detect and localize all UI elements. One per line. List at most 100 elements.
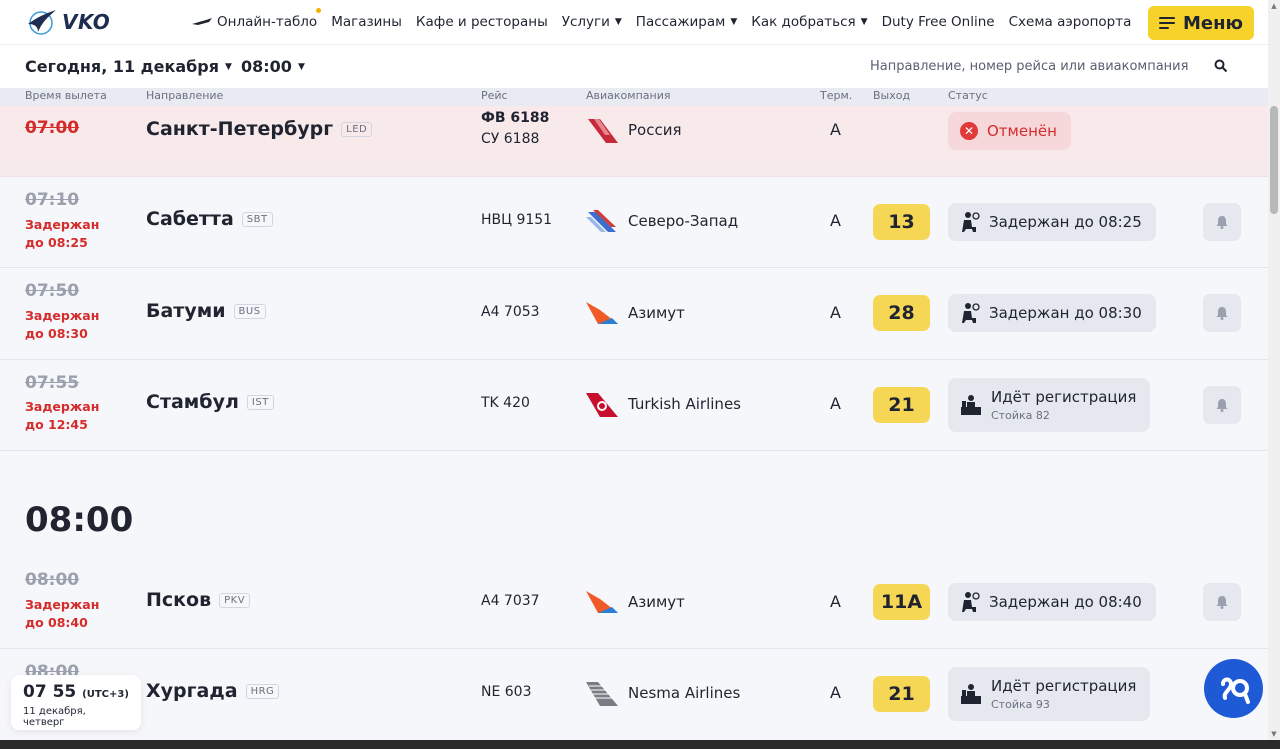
airline: Азимут xyxy=(586,589,685,615)
flight-numbers: NE 603 xyxy=(481,682,532,703)
scrollbar-thumb[interactable] xyxy=(1270,106,1278,214)
date-select[interactable]: Сегодня, 11 декабря ▼ xyxy=(25,57,232,76)
delay-info: Задержан до 12:45 xyxy=(25,398,99,434)
flight-row[interactable]: 07:00 Санкт-Петербург LED ФВ 6188 СУ 618… xyxy=(0,106,1268,177)
nav-item-passengers[interactable]: Пассажирам ▼ xyxy=(636,14,737,30)
nav-label: Онлайн-табло xyxy=(217,14,318,30)
destination: Сабетта SBT xyxy=(146,208,273,230)
airline-name: Азимут xyxy=(628,593,685,611)
airport-code: PKV xyxy=(219,592,251,608)
check-in-counter: Стойка 93 xyxy=(991,698,1050,711)
main-nav: Онлайн-табло Магазины Кафе и рестораны У… xyxy=(192,0,1145,44)
nav-label: Duty Free Online xyxy=(881,14,995,30)
chat-assistant-icon xyxy=(1220,677,1250,704)
search-icon[interactable] xyxy=(1214,59,1228,73)
destination: Хургада HRG xyxy=(146,680,280,702)
delay-time: до 08:30 xyxy=(25,326,88,341)
column-header-terminal: Терм. xyxy=(820,89,853,102)
status-badge: Задержан до 08:25 xyxy=(948,203,1156,241)
nav-label: Пассажирам xyxy=(635,14,726,30)
clock-date: 11 декабря, четверг xyxy=(23,706,86,728)
column-header-status: Статус xyxy=(948,89,988,102)
scroll-down-arrow[interactable]: ▼ xyxy=(1268,728,1280,740)
status-text: Задержан до 08:25 xyxy=(989,213,1142,231)
column-header-time: Время вылета xyxy=(25,89,107,102)
nav-item-directions[interactable]: Как добраться ▼ xyxy=(751,14,867,30)
departure-time: 07:10 xyxy=(25,190,80,210)
chat-assistant-button[interactable] xyxy=(1204,659,1263,718)
notify-bell-button[interactable] xyxy=(1203,203,1241,241)
airport-code: HRG xyxy=(245,683,280,699)
nav-item-cafes[interactable]: Кафе и рестораны xyxy=(416,14,548,30)
status-badge: Идёт регистрация Стойка 93 xyxy=(948,667,1151,721)
date-label: Сегодня, 11 декабря xyxy=(25,57,220,76)
delay-label: Задержан xyxy=(25,597,100,612)
hour-group-heading: 08:00 xyxy=(25,500,134,540)
flight-numbers: А4 7037 xyxy=(481,591,540,612)
chevron-down-icon: ▼ xyxy=(297,61,305,72)
terminal: A xyxy=(830,120,841,139)
status-badge: Задержан до 08:30 xyxy=(948,294,1156,332)
gate-badge: 11A xyxy=(873,584,930,620)
check-in-counter: Стойка 82 xyxy=(991,409,1050,422)
scroll-up-arrow[interactable]: ▲ xyxy=(1268,0,1280,12)
flight-row[interactable]: 07:10 Задержан до 08:25 Сабетта SBT НВЦ … xyxy=(0,177,1268,268)
nav-item-online-board[interactable]: Онлайн-табло xyxy=(192,8,322,30)
column-header-flight: Рейс xyxy=(481,89,508,102)
gate-badge: 13 xyxy=(873,204,930,240)
departure-time: 07:55 xyxy=(25,373,80,393)
departure-time: 07:50 xyxy=(25,281,80,301)
severo-zapad-airline-logo xyxy=(586,210,616,232)
airline: Азимут xyxy=(586,300,685,326)
destination: Псков PKV xyxy=(146,589,251,611)
departure-time: 08:00 xyxy=(25,570,80,590)
nav-item-shops[interactable]: Магазины xyxy=(331,14,402,30)
column-header-gate: Выход xyxy=(873,89,911,102)
delay-info: Задержан до 08:30 xyxy=(25,307,99,343)
delay-info: Задержан до 08:25 xyxy=(25,216,99,252)
airline-name: Азимут xyxy=(628,304,685,322)
flight-row[interactable]: 08:00 Задержан до 08:40 Псков PKV А4 703… xyxy=(0,557,1268,649)
delay-time: до 08:40 xyxy=(25,615,88,630)
flight-row[interactable]: 07:50 Задержан до 08:30 Батуми BUS А4 70… xyxy=(0,268,1268,360)
clock-timezone: (UTC+3) xyxy=(82,689,129,700)
flight-search-input[interactable] xyxy=(870,53,1210,79)
airport-code: BUS xyxy=(233,303,266,319)
status-badge: ✕ Отменён xyxy=(948,112,1071,150)
flight-number: А4 7053 xyxy=(481,304,540,320)
nav-item-duty-free[interactable]: Duty Free Online xyxy=(882,14,995,30)
nesma-airlines-logo xyxy=(586,682,618,706)
clock-time: 07 55 xyxy=(23,682,77,702)
destination-name: Сабетта xyxy=(146,208,234,230)
destination-name: Батуми xyxy=(146,300,226,322)
terminal: A xyxy=(830,592,841,611)
status-text-group: Идёт регистрация Стойка 93 xyxy=(991,677,1136,711)
notify-bell-button[interactable] xyxy=(1203,386,1241,424)
menu-button[interactable]: Меню xyxy=(1148,6,1254,40)
nav-label: Услуги xyxy=(561,14,610,30)
time-select[interactable]: 08:00 ▼ xyxy=(241,57,305,76)
azimut-airline-logo xyxy=(586,302,618,324)
destination: Стамбул IST xyxy=(146,391,274,413)
waiting-passenger-icon xyxy=(962,303,980,323)
airline-name: Северо-Запад xyxy=(628,212,739,230)
bell-icon xyxy=(1216,307,1228,320)
cancel-icon: ✕ xyxy=(960,122,978,140)
vko-logo[interactable]: VKO xyxy=(26,8,110,36)
notify-bell-button[interactable] xyxy=(1203,583,1241,621)
notify-bell-button[interactable] xyxy=(1203,294,1241,332)
column-header-destination: Направление xyxy=(146,89,224,102)
flight-row[interactable]: 08:00 Хургада HRG NE 603 Nesma Airlines … xyxy=(0,649,1268,740)
taskbar-edge xyxy=(0,740,1280,749)
delay-label: Задержан xyxy=(25,308,100,323)
menu-label: Меню xyxy=(1182,12,1244,34)
destination-name: Псков xyxy=(146,589,212,611)
nav-item-airport-map[interactable]: Схема аэропорта xyxy=(1009,14,1132,30)
status-text-group: Идёт регистрация Стойка 82 xyxy=(991,388,1136,422)
flight-row[interactable]: 07:55 Задержан до 12:45 Стамбул IST TK 4… xyxy=(0,360,1268,451)
flight-number: А4 7037 xyxy=(481,593,540,609)
nav-item-services[interactable]: Услуги ▼ xyxy=(562,14,622,30)
gate-badge: 21 xyxy=(873,387,930,423)
chevron-down-icon: ▼ xyxy=(614,17,622,27)
airline-name: Turkish Airlines xyxy=(628,395,741,413)
